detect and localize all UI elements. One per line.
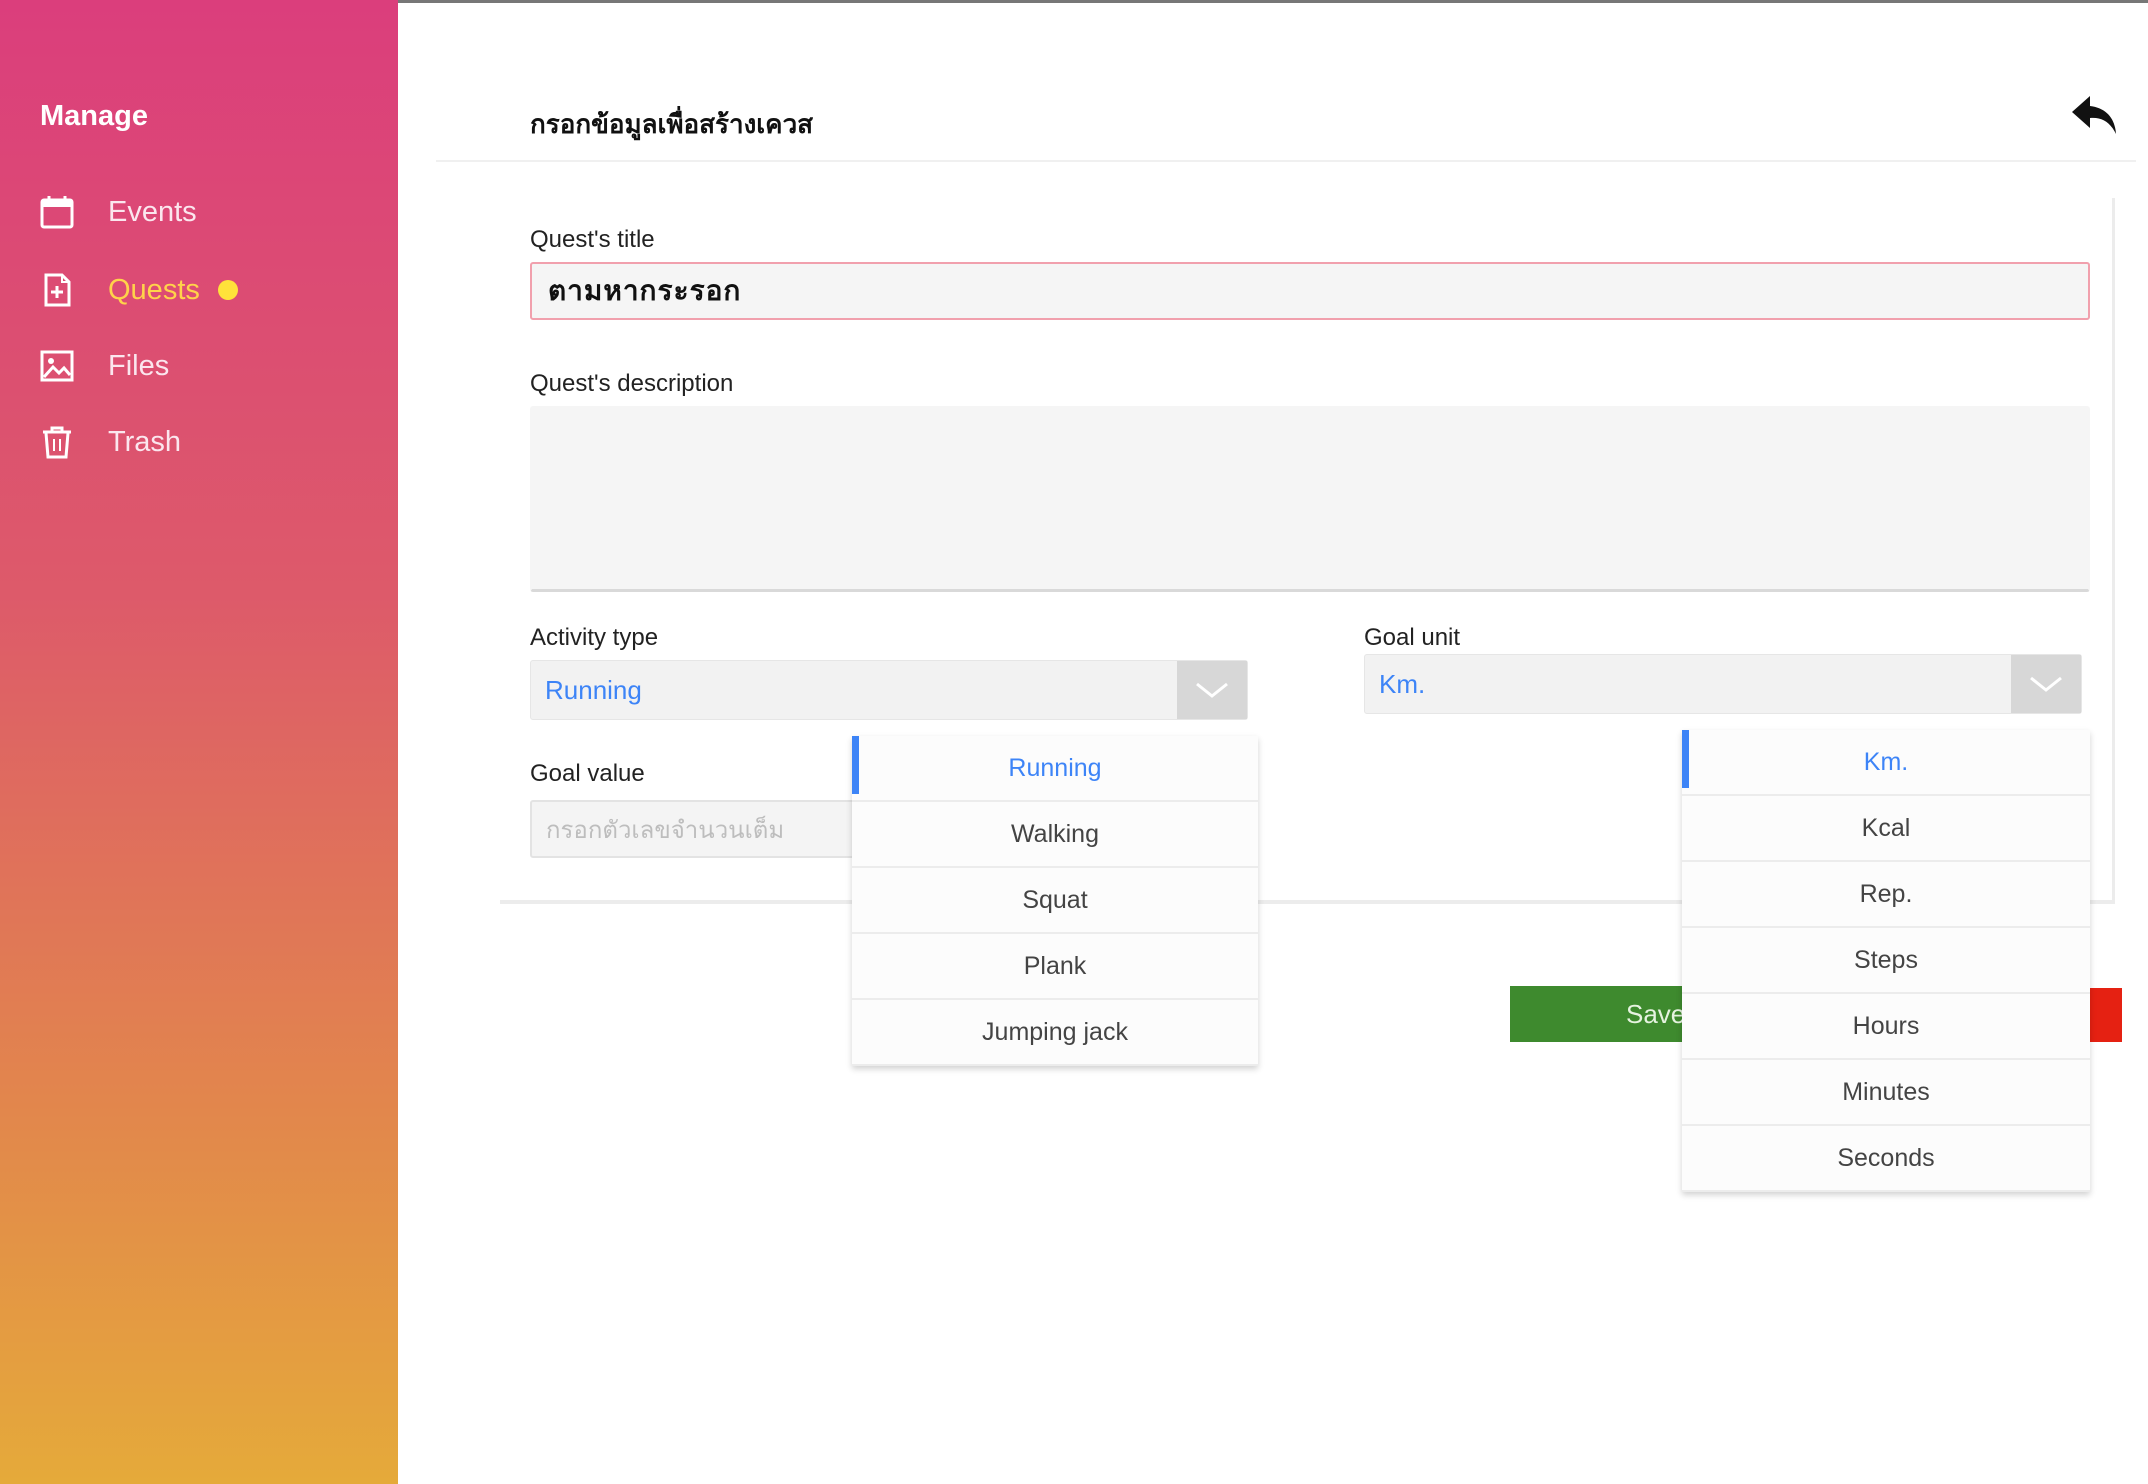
form-card-border [2112, 198, 2115, 904]
activity-type-dropdown: Running Walking Squat Plank Jumping jack [852, 736, 1258, 1066]
calendar-icon [38, 193, 76, 231]
quest-title-input[interactable]: ตามหากระรอก [530, 262, 2090, 320]
goal-unit-value: Km. [1379, 668, 1426, 699]
goal-value-label: Goal value [530, 760, 645, 787]
back-arrow-icon[interactable] [2070, 92, 2120, 138]
dropdown-option-squat[interactable]: Squat [852, 868, 1258, 934]
sidebar-item-label: Trash [108, 425, 182, 458]
dropdown-option-running[interactable]: Running [852, 736, 1258, 802]
goal-unit-label: Goal unit [1364, 624, 1461, 651]
activity-type-value: Running [545, 674, 642, 705]
dropdown-option-jumping-jack[interactable]: Jumping jack [852, 1000, 1258, 1066]
sidebar-item-label: Quests [108, 273, 200, 306]
active-indicator-dot [217, 280, 238, 300]
sidebar-item-events[interactable]: Events [38, 190, 378, 234]
goal-unit-dropdown: Km. Kcal Rep. Steps Hours Minutes Second… [1682, 730, 2090, 1192]
dropdown-option-steps[interactable]: Steps [1682, 928, 2090, 994]
sidebar-item-files[interactable]: Files [38, 344, 378, 388]
dropdown-option-rep[interactable]: Rep. [1682, 862, 2090, 928]
save-button[interactable]: Save [1510, 986, 1700, 1042]
quest-title-label: Quest's title [530, 226, 655, 253]
page-title: กรอกข้อมูลเพื่อสร้างเควส [530, 109, 814, 139]
dropdown-option-kcal[interactable]: Kcal [1682, 796, 2090, 862]
goal-unit-select[interactable]: Km. [1364, 654, 2082, 714]
dropdown-option-plank[interactable]: Plank [852, 934, 1258, 1000]
document-icon [38, 271, 76, 309]
activity-type-select[interactable]: Running [530, 660, 1248, 720]
image-icon [38, 347, 76, 385]
sidebar-item-label: Files [108, 349, 170, 382]
quest-description-label: Quest's description [530, 370, 734, 397]
chevron-down-icon[interactable] [2011, 655, 2081, 713]
dropdown-option-hours[interactable]: Hours [1682, 994, 2090, 1060]
sidebar-item-quests[interactable]: Quests [38, 268, 378, 312]
sidebar-item-trash[interactable]: Trash [38, 420, 378, 464]
dropdown-option-walking[interactable]: Walking [852, 802, 1258, 868]
dropdown-option-seconds[interactable]: Seconds [1682, 1126, 2090, 1192]
dropdown-option-km[interactable]: Km. [1682, 730, 2090, 796]
chevron-down-icon[interactable] [1177, 661, 1247, 719]
quest-description-input[interactable] [530, 406, 2090, 592]
sidebar-item-label: Events [108, 195, 197, 228]
goal-value-input[interactable]: กรอกตัวเลขจำนวนเต็ม [530, 800, 860, 858]
dropdown-option-minutes[interactable]: Minutes [1682, 1060, 2090, 1126]
trash-icon [38, 423, 76, 461]
sidebar-heading: Manage [40, 100, 148, 132]
header-divider [436, 160, 2136, 162]
activity-type-label: Activity type [530, 624, 659, 651]
sidebar: Manage Events Quests Files Trash [0, 0, 398, 1484]
